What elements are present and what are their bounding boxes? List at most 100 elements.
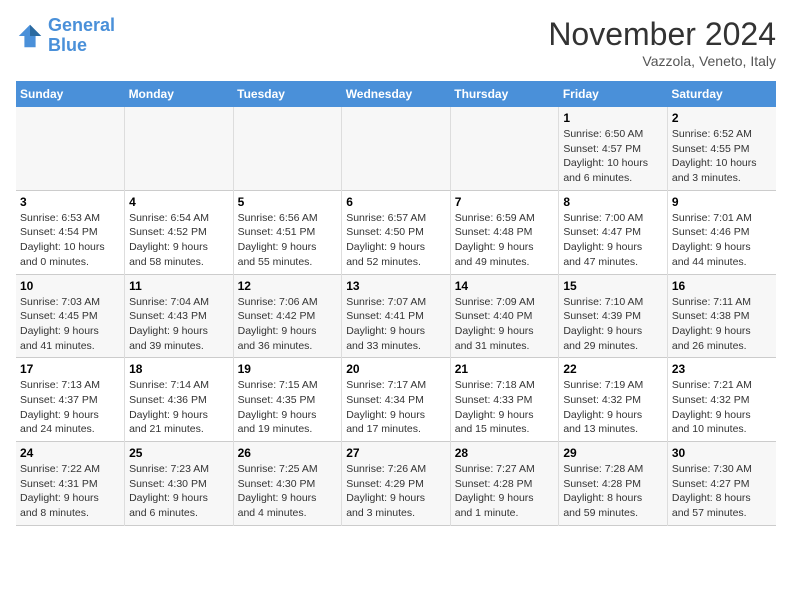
day-number: 23 [672, 362, 772, 376]
day-info: Sunrise: 7:11 AM Sunset: 4:38 PM Dayligh… [672, 295, 772, 354]
week-row-2: 10 Sunrise: 7:03 AM Sunset: 4:45 PM Dayli… [16, 274, 776, 358]
calendar-cell: 23 Sunrise: 7:21 AM Sunset: 4:32 PM Dayli… [667, 358, 776, 442]
calendar-cell: 2 Sunrise: 6:52 AM Sunset: 4:55 PM Daylig… [667, 107, 776, 190]
calendar-cell: 26Sunrise: 7:25 AM Sunset: 4:30 PM Dayli… [233, 442, 342, 526]
day-info: Sunrise: 7:01 AM Sunset: 4:46 PM Dayligh… [672, 211, 772, 270]
day-info: Sunrise: 7:22 AM Sunset: 4:31 PM Dayligh… [20, 462, 120, 521]
week-row-3: 17Sunrise: 7:13 AM Sunset: 4:37 PM Dayli… [16, 358, 776, 442]
calendar-cell: 6 Sunrise: 6:57 AM Sunset: 4:50 PM Daylig… [342, 190, 451, 274]
calendar-cell: 24 Sunrise: 7:22 AM Sunset: 4:31 PM Dayli… [16, 442, 125, 526]
calendar-cell: 19 Sunrise: 7:15 AM Sunset: 4:35 PM Dayli… [233, 358, 342, 442]
day-info: Sunrise: 7:09 AM Sunset: 4:40 PM Dayligh… [455, 295, 555, 354]
weekday-header-tuesday: Tuesday [233, 81, 342, 107]
day-info: Sunrise: 7:21 AM Sunset: 4:32 PM Dayligh… [672, 378, 772, 437]
day-number: 25 [129, 446, 229, 460]
day-number: 29 [563, 446, 663, 460]
logo-icon [16, 22, 44, 50]
day-number: 4 [129, 195, 229, 209]
day-number: 22 [563, 362, 663, 376]
day-number: 21 [455, 362, 555, 376]
day-info: Sunrise: 7:14 AM Sunset: 4:36 PM Dayligh… [129, 378, 229, 437]
day-number: 2 [672, 111, 772, 125]
day-number: 19 [238, 362, 338, 376]
weekday-header-saturday: Saturday [667, 81, 776, 107]
location-subtitle: Vazzola, Veneto, Italy [548, 53, 776, 69]
calendar-cell: 15 Sunrise: 7:10 AM Sunset: 4:39 PM Dayli… [559, 274, 668, 358]
calendar-cell: 21 Sunrise: 7:18 AM Sunset: 4:33 PM Dayli… [450, 358, 559, 442]
day-number: 24 [20, 446, 120, 460]
day-number: 30 [672, 446, 772, 460]
calendar-cell: 28 Sunrise: 7:27 AM Sunset: 4:28 PM Dayli… [450, 442, 559, 526]
day-number: 7 [455, 195, 555, 209]
day-info: Sunrise: 7:10 AM Sunset: 4:39 PM Dayligh… [563, 295, 663, 354]
day-number: 15 [563, 279, 663, 293]
day-number: 16 [672, 279, 772, 293]
calendar-cell: 4 Sunrise: 6:54 AM Sunset: 4:52 PM Daylig… [125, 190, 234, 274]
week-row-4: 24 Sunrise: 7:22 AM Sunset: 4:31 PM Dayli… [16, 442, 776, 526]
day-info: Sunrise: 7:07 AM Sunset: 4:41 PM Dayligh… [346, 295, 446, 354]
day-info: Sunrise: 6:57 AM Sunset: 4:50 PM Dayligh… [346, 211, 446, 270]
day-number: 11 [129, 279, 229, 293]
calendar-cell: 7Sunrise: 6:59 AM Sunset: 4:48 PM Daylig… [450, 190, 559, 274]
calendar-cell: 8 Sunrise: 7:00 AM Sunset: 4:47 PM Daylig… [559, 190, 668, 274]
calendar-cell: 11 Sunrise: 7:04 AM Sunset: 4:43 PM Dayli… [125, 274, 234, 358]
day-info: Sunrise: 6:56 AM Sunset: 4:51 PM Dayligh… [238, 211, 338, 270]
calendar-cell: 14Sunrise: 7:09 AM Sunset: 4:40 PM Dayli… [450, 274, 559, 358]
calendar-cell: 12Sunrise: 7:06 AM Sunset: 4:42 PM Dayli… [233, 274, 342, 358]
day-number: 20 [346, 362, 446, 376]
day-info: Sunrise: 6:54 AM Sunset: 4:52 PM Dayligh… [129, 211, 229, 270]
day-info: Sunrise: 7:17 AM Sunset: 4:34 PM Dayligh… [346, 378, 446, 437]
calendar-cell: 16 Sunrise: 7:11 AM Sunset: 4:38 PM Dayli… [667, 274, 776, 358]
calendar-cell: 27 Sunrise: 7:26 AM Sunset: 4:29 PM Dayli… [342, 442, 451, 526]
calendar-cell: 5 Sunrise: 6:56 AM Sunset: 4:51 PM Daylig… [233, 190, 342, 274]
calendar-cell: 20 Sunrise: 7:17 AM Sunset: 4:34 PM Dayli… [342, 358, 451, 442]
logo: General Blue [16, 16, 115, 56]
calendar-cell: 22 Sunrise: 7:19 AM Sunset: 4:32 PM Dayli… [559, 358, 668, 442]
day-info: Sunrise: 7:27 AM Sunset: 4:28 PM Dayligh… [455, 462, 555, 521]
calendar-cell [125, 107, 234, 190]
day-number: 5 [238, 195, 338, 209]
day-info: Sunrise: 7:18 AM Sunset: 4:33 PM Dayligh… [455, 378, 555, 437]
day-number: 27 [346, 446, 446, 460]
day-number: 18 [129, 362, 229, 376]
day-info: Sunrise: 7:04 AM Sunset: 4:43 PM Dayligh… [129, 295, 229, 354]
day-info: Sunrise: 7:28 AM Sunset: 4:28 PM Dayligh… [563, 462, 663, 521]
calendar-cell: 1 Sunrise: 6:50 AM Sunset: 4:57 PM Daylig… [559, 107, 668, 190]
day-info: Sunrise: 7:15 AM Sunset: 4:35 PM Dayligh… [238, 378, 338, 437]
weekday-header-friday: Friday [559, 81, 668, 107]
day-info: Sunrise: 7:26 AM Sunset: 4:29 PM Dayligh… [346, 462, 446, 521]
day-number: 28 [455, 446, 555, 460]
week-row-1: 3Sunrise: 6:53 AM Sunset: 4:54 PM Daylig… [16, 190, 776, 274]
day-info: Sunrise: 7:03 AM Sunset: 4:45 PM Dayligh… [20, 295, 120, 354]
day-number: 9 [672, 195, 772, 209]
title-block: November 2024 Vazzola, Veneto, Italy [548, 16, 776, 69]
weekday-header-wednesday: Wednesday [342, 81, 451, 107]
calendar-cell: 18 Sunrise: 7:14 AM Sunset: 4:36 PM Dayli… [125, 358, 234, 442]
calendar-cell: 13Sunrise: 7:07 AM Sunset: 4:41 PM Dayli… [342, 274, 451, 358]
day-number: 8 [563, 195, 663, 209]
day-info: Sunrise: 6:52 AM Sunset: 4:55 PM Dayligh… [672, 127, 772, 186]
calendar-cell [342, 107, 451, 190]
calendar-cell: 29 Sunrise: 7:28 AM Sunset: 4:28 PM Dayli… [559, 442, 668, 526]
day-number: 1 [563, 111, 663, 125]
day-number: 6 [346, 195, 446, 209]
calendar-cell: 3Sunrise: 6:53 AM Sunset: 4:54 PM Daylig… [16, 190, 125, 274]
weekday-header-row: SundayMondayTuesdayWednesdayThursdayFrid… [16, 81, 776, 107]
day-number: 12 [238, 279, 338, 293]
calendar-table: SundayMondayTuesdayWednesdayThursdayFrid… [16, 81, 776, 526]
day-number: 17 [20, 362, 120, 376]
day-info: Sunrise: 6:50 AM Sunset: 4:57 PM Dayligh… [563, 127, 663, 186]
day-info: Sunrise: 7:19 AM Sunset: 4:32 PM Dayligh… [563, 378, 663, 437]
day-number: 10 [20, 279, 120, 293]
day-info: Sunrise: 7:00 AM Sunset: 4:47 PM Dayligh… [563, 211, 663, 270]
calendar-cell [450, 107, 559, 190]
day-info: Sunrise: 7:30 AM Sunset: 4:27 PM Dayligh… [672, 462, 772, 521]
calendar-cell: 17Sunrise: 7:13 AM Sunset: 4:37 PM Dayli… [16, 358, 125, 442]
calendar-cell: 9 Sunrise: 7:01 AM Sunset: 4:46 PM Daylig… [667, 190, 776, 274]
calendar-cell: 10 Sunrise: 7:03 AM Sunset: 4:45 PM Dayli… [16, 274, 125, 358]
page-header: General Blue November 2024 Vazzola, Vene… [16, 16, 776, 69]
day-number: 3 [20, 195, 120, 209]
weekday-header-sunday: Sunday [16, 81, 125, 107]
logo-text: General Blue [48, 16, 115, 56]
weekday-header-thursday: Thursday [450, 81, 559, 107]
